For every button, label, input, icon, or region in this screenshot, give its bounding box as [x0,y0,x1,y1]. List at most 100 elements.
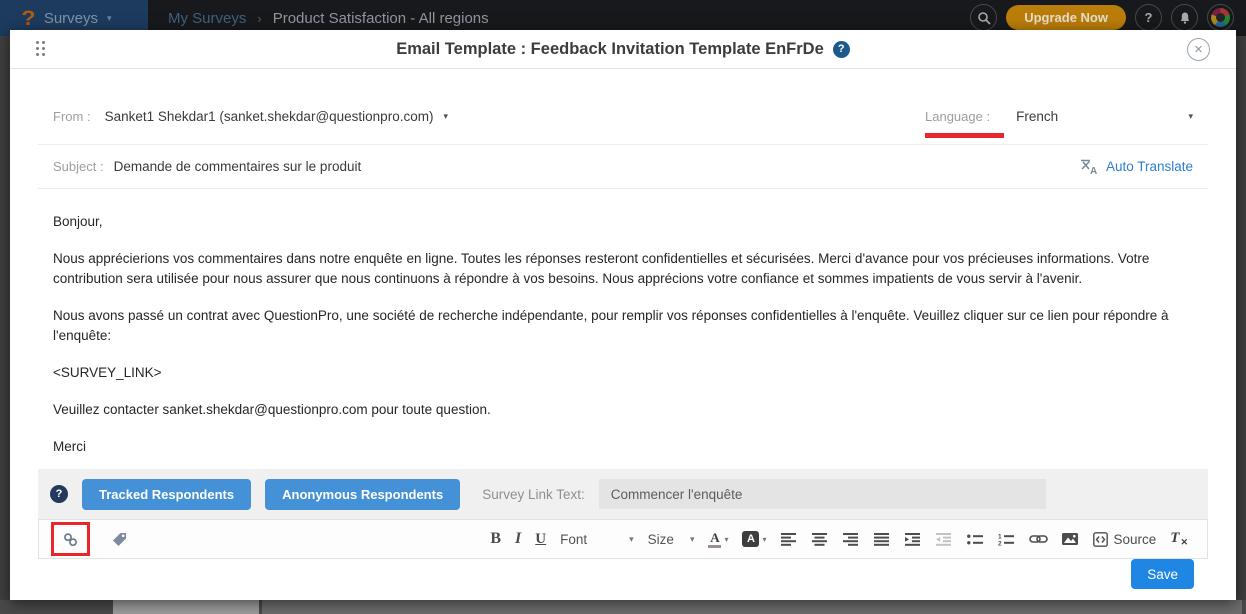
subject-label: Subject : [53,159,104,174]
notifications-button[interactable] [1171,4,1198,31]
svg-text:2: 2 [998,540,1002,545]
account-logo-button[interactable] [1207,4,1234,31]
brand-swirl-icon [1211,8,1230,27]
insert-tag-button[interactable] [104,524,135,554]
survey-link-text-input[interactable] [599,479,1046,509]
language-label: Language : [925,109,990,124]
from-dropdown-caret-icon[interactable]: ▾ [443,112,448,121]
anonymous-respondents-button[interactable]: Anonymous Respondents [265,479,460,510]
insert-survey-link-highlight[interactable] [51,522,90,556]
language-dropdown-caret-icon[interactable]: ▾ [1188,112,1193,121]
svg-text:1: 1 [998,533,1002,540]
remove-format-icon: T✕ [1170,530,1188,548]
indent-icon [905,533,922,546]
justify-icon [874,533,891,546]
font-dropdown[interactable]: Font ▾ [553,524,641,554]
insert-image-button[interactable] [1055,524,1086,554]
font-dropdown-label: Font [560,532,587,547]
chevron-down-icon: ▾ [724,535,728,544]
topbar-actions: Upgrade Now ? [970,4,1234,31]
subject-row: Subject : Demande de commentaires sur le… [38,145,1208,189]
questionpro-logo-icon: ? [21,8,35,29]
title-help-icon[interactable]: ? [833,41,850,58]
search-icon [977,11,991,25]
underline-button[interactable]: U [528,524,553,554]
chevron-down-icon: ▾ [690,535,695,544]
language-selector[interactable]: Language : French ▾ [925,109,1193,138]
email-body-paragraph: Bonjour, [53,212,1188,232]
modal-content: From : Sanket1 Shekdar1 (sanket.shekdar@… [10,69,1236,600]
numbered-list-button[interactable]: 1 2 [991,524,1022,554]
source-button[interactable]: Source [1086,524,1164,554]
size-dropdown[interactable]: Size ▾ [641,524,702,554]
link-icon [1029,533,1048,545]
text-color-icon: A [708,531,721,548]
chevron-down-icon: ▾ [629,535,634,544]
save-button[interactable]: Save [1131,559,1194,589]
numbered-list-icon: 1 2 [998,533,1015,546]
italic-button[interactable]: I [508,524,528,554]
respondents-panel: ? Tracked Respondents Anonymous Responde… [38,469,1208,519]
chain-link-icon [62,531,79,548]
justify-button[interactable] [867,524,898,554]
drag-handle-icon[interactable] [36,41,45,56]
page: ? Surveys ▾ My Surveys › Product Satisfa… [0,0,1246,614]
image-icon [1062,532,1079,546]
translate-icon: A [1080,158,1099,175]
tag-icon [111,531,128,548]
align-left-icon [781,533,798,546]
align-right-button[interactable] [836,524,867,554]
background-color-button[interactable]: A ▾ [735,524,773,554]
survey-link-text-label: Survey Link Text: [482,487,585,502]
from-value[interactable]: Sanket1 Shekdar1 (sanket.shekdar@questio… [105,109,434,124]
bulleted-list-button[interactable] [960,524,991,554]
breadcrumb-current: Product Satisfaction - All regions [273,10,489,27]
bulleted-list-icon [967,533,984,546]
remove-format-button[interactable]: T✕ [1163,524,1195,554]
svg-text:A: A [1090,166,1097,175]
auto-translate-label: Auto Translate [1106,159,1193,174]
email-body-paragraph: Nous avons passé un contrat avec Questio… [53,306,1188,346]
modal-footer: Save [38,559,1208,600]
align-center-button[interactable] [805,524,836,554]
email-template-modal: Email Template : Feedback Invitation Tem… [10,30,1236,600]
email-body-paragraph: <SURVEY_LINK> [53,363,1188,383]
bold-button[interactable]: B [483,524,508,554]
modal-header: Email Template : Feedback Invitation Tem… [10,30,1236,69]
search-button[interactable] [970,4,997,31]
tracked-respondents-button[interactable]: Tracked Respondents [82,479,251,510]
text-color-button[interactable]: A ▾ [701,524,735,554]
outdent-icon [936,533,953,546]
from-row: From : Sanket1 Shekdar1 (sanket.shekdar@… [38,69,1208,145]
source-icon [1093,532,1108,547]
align-left-button[interactable] [774,524,805,554]
product-name[interactable]: Surveys [44,10,98,27]
respondents-help-icon[interactable]: ? [50,485,68,503]
breadcrumb-my-surveys[interactable]: My Surveys [168,10,246,27]
background-color-icon: A [742,531,759,547]
auto-translate-button[interactable]: A Auto Translate [1080,158,1193,175]
insert-link-button[interactable] [1022,524,1055,554]
email-body-paragraph: Merci [53,437,1188,457]
size-dropdown-label: Size [648,532,674,547]
chevron-down-icon: ▾ [762,535,766,544]
language-active-underline [925,133,1004,138]
chevron-down-icon: ▾ [107,14,112,23]
email-body-editor[interactable]: Bonjour, Nous apprécierions vos commentai… [38,189,1208,469]
dimmed-bar [262,600,1242,614]
upgrade-now-button[interactable]: Upgrade Now [1006,5,1126,30]
editor-toolbar: B I U Font ▾ Size ▾ A ▾ [38,519,1208,559]
help-button[interactable]: ? [1135,4,1162,31]
subject-value[interactable]: Demande de commentaires sur le produit [114,159,362,174]
decrease-indent-button[interactable] [929,524,960,554]
bell-icon [1178,11,1192,25]
email-body-paragraph: Veuillez contacter sanket.shekdar@questi… [53,400,1188,420]
align-center-icon [812,533,829,546]
source-label: Source [1114,532,1157,547]
close-icon[interactable]: ✕ [1187,38,1210,61]
align-right-icon [843,533,860,546]
email-body-paragraph: Nous apprécierions vos commentaires dans… [53,249,1188,289]
increase-indent-button[interactable] [898,524,929,554]
modal-title: Email Template : Feedback Invitation Tem… [396,40,824,59]
language-value[interactable]: French [1016,109,1058,124]
